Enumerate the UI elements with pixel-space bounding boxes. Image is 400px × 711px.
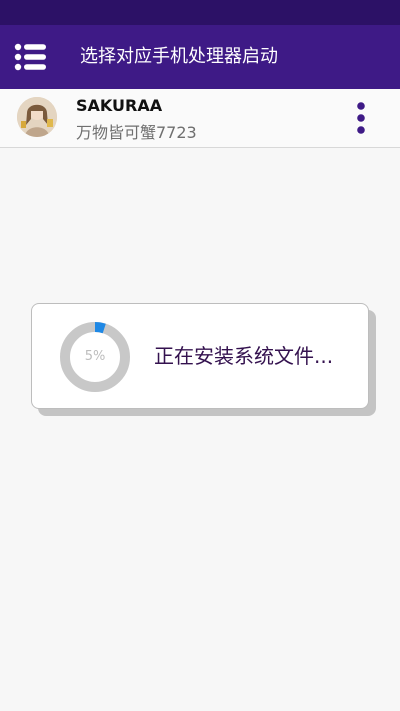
install-status-message: 正在安装系统文件...	[154, 344, 334, 368]
progress-percent: 5%	[84, 349, 106, 364]
progress-dialog: 5% 正在安装系统文件...	[31, 303, 369, 409]
profile-bar: SAKURAA 万物皆可蟹7723	[0, 89, 400, 148]
more-options-button[interactable]	[350, 101, 372, 135]
avatar[interactable]	[17, 97, 57, 137]
hamburger-menu-icon	[14, 43, 46, 71]
user-subtitle: 万物皆可蟹7723	[76, 123, 197, 142]
status-bar	[0, 0, 400, 25]
avatar-image	[17, 97, 57, 137]
app-bar: 选择对应手机处理器启动	[0, 25, 400, 89]
app-title: 选择对应手机处理器启动	[80, 46, 278, 67]
content-area	[0, 148, 400, 711]
vertical-dots-icon	[357, 102, 365, 134]
menu-button[interactable]	[10, 37, 52, 77]
username: SAKURAA	[76, 96, 163, 115]
